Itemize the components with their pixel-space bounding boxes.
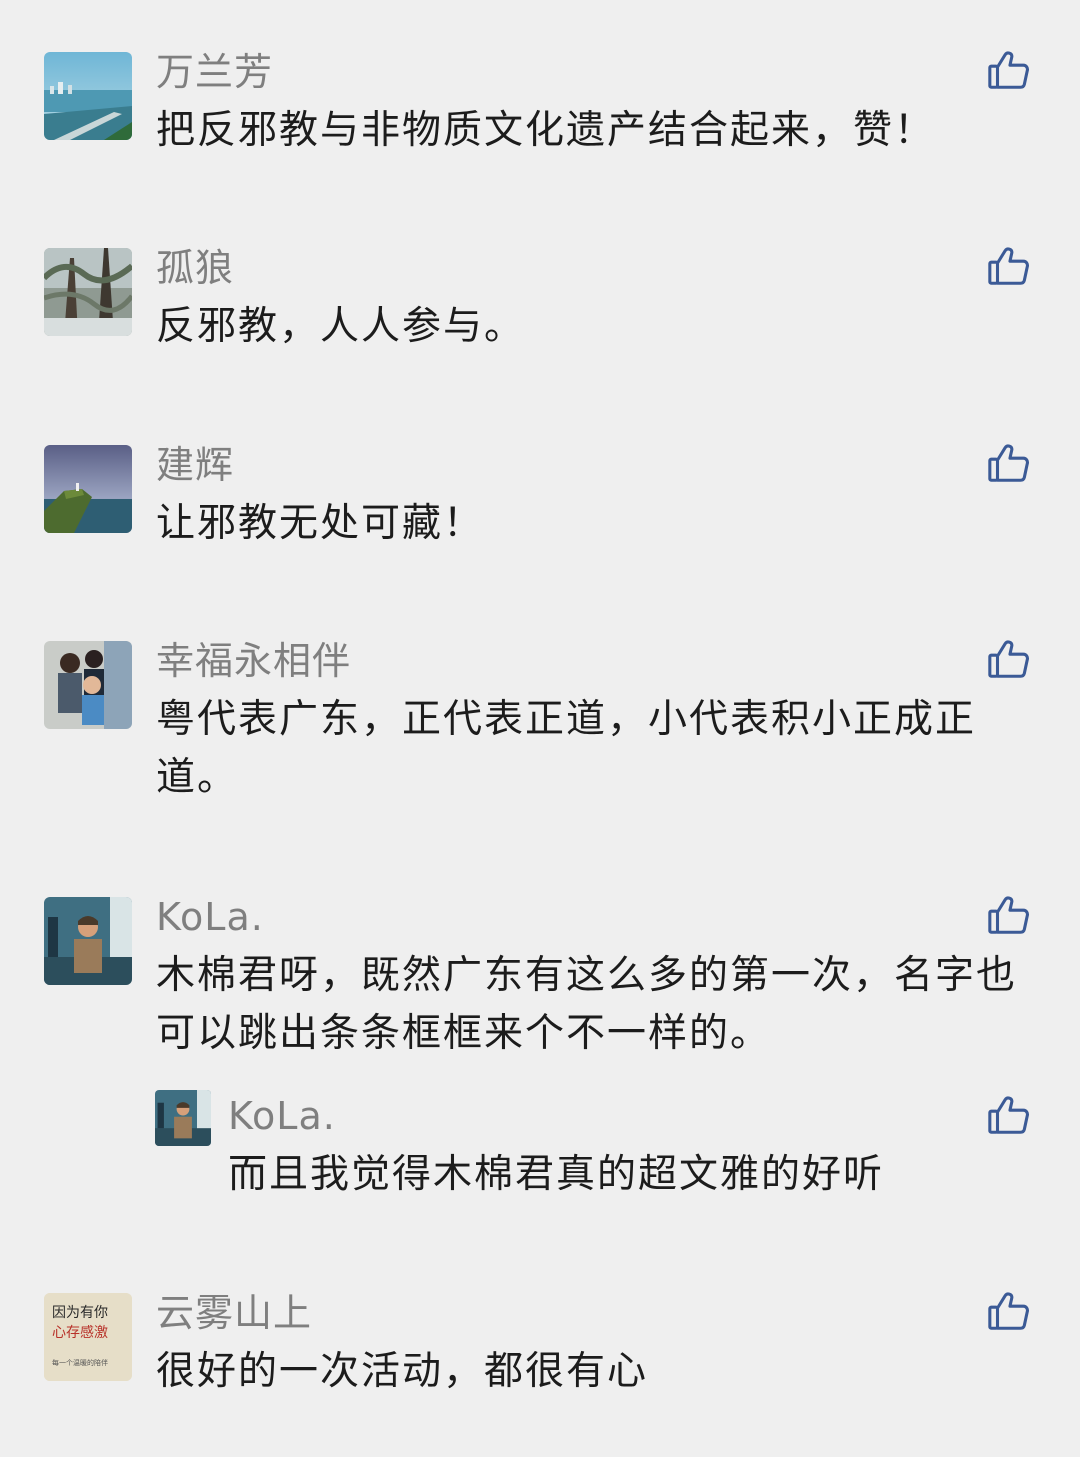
comment-author[interactable]: 幸福永相伴 bbox=[156, 639, 351, 683]
comment-text: 把反邪教与非物质文化遗产结合起来，赞！ bbox=[156, 108, 936, 153]
avatar[interactable] bbox=[44, 641, 132, 729]
avatar[interactable] bbox=[44, 897, 132, 985]
thumbs-up-icon[interactable] bbox=[986, 47, 1032, 93]
avatar[interactable] bbox=[44, 445, 132, 533]
comment-text: 反邪教，人人参与。 bbox=[156, 304, 526, 349]
avatar-image bbox=[155, 1090, 211, 1146]
comment-text: 让邪教无处可藏！ bbox=[156, 501, 485, 546]
avatar[interactable] bbox=[44, 248, 132, 336]
thumbs-up-icon[interactable] bbox=[986, 1288, 1032, 1334]
thumbs-up-icon[interactable] bbox=[986, 892, 1032, 938]
comment-author[interactable]: 建辉 bbox=[156, 443, 234, 487]
avatar-image: 因为有你 心存感激 每一个温暖的陪伴 bbox=[44, 1293, 132, 1381]
comment-author[interactable]: 孤狼 bbox=[156, 246, 234, 290]
avatar-image bbox=[44, 641, 132, 729]
comment-author[interactable]: 万兰芳 bbox=[156, 50, 273, 94]
avatar-text-line2: 心存感激 bbox=[52, 1324, 108, 1341]
reply-text: 而且我觉得木棉君真的超文雅的好听 bbox=[228, 1152, 885, 1197]
thumbs-up-icon[interactable] bbox=[986, 1092, 1032, 1138]
avatar-image bbox=[44, 897, 132, 985]
avatar-text-line3: 每一个温暖的陪伴 bbox=[52, 1358, 108, 1367]
reply-author[interactable]: KoLa. bbox=[228, 1094, 336, 1138]
comment-text: 木棉君呀，既然广东有这么多的第一次，名字也可以跳出条条框框来个不一样的。 bbox=[156, 953, 1018, 1056]
comment-text: 很好的一次活动，都很有心 bbox=[156, 1349, 649, 1394]
avatar[interactable] bbox=[44, 52, 132, 140]
comment-text: 粤代表广东，正代表正道，小代表积小正成正道。 bbox=[156, 697, 977, 800]
thumbs-up-icon[interactable] bbox=[986, 636, 1032, 682]
avatar-image bbox=[44, 248, 132, 336]
avatar[interactable] bbox=[155, 1090, 211, 1146]
avatar-image bbox=[44, 52, 132, 140]
avatar[interactable]: 因为有你 心存感激 每一个温暖的陪伴 bbox=[44, 1293, 132, 1381]
thumbs-up-icon[interactable] bbox=[986, 243, 1032, 289]
thumbs-up-icon[interactable] bbox=[986, 440, 1032, 486]
avatar-text-line1: 因为有你 bbox=[52, 1305, 108, 1321]
avatar-image bbox=[44, 445, 132, 533]
comment-author[interactable]: KoLa. bbox=[156, 895, 264, 939]
comment-author[interactable]: 云雾山上 bbox=[156, 1291, 312, 1335]
